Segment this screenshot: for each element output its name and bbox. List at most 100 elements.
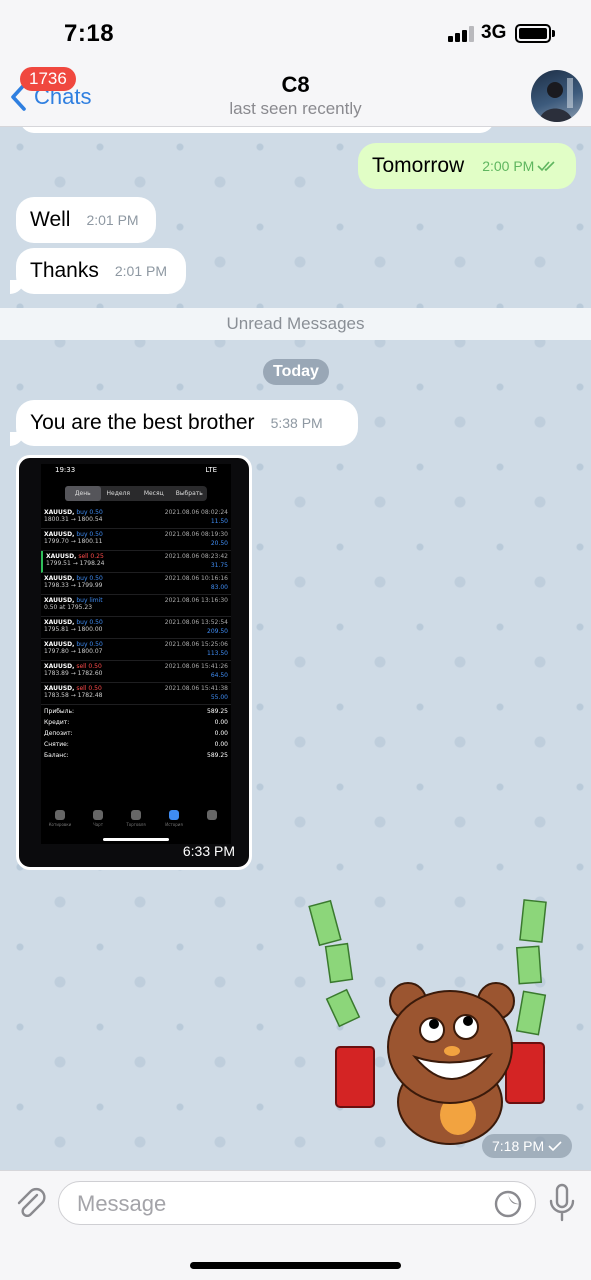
- period-tab: Выбрать: [175, 490, 203, 497]
- trade-row: XAUUSD, buy limit 2021.08.06 13:16:30 0.50…: [41, 595, 231, 617]
- trade-symbol: XAUUSD,: [44, 597, 75, 604]
- message-time: 2:01 PM: [114, 263, 168, 279]
- trade-action: buy 0.50: [76, 641, 103, 648]
- top-bar: 7:18 3G Chats 1736 C8 last seen recently: [0, 0, 591, 127]
- summary-value: 0.00: [214, 719, 228, 726]
- nav-item: История: [155, 808, 193, 832]
- summary-label: Снятие:: [44, 741, 69, 748]
- trade-datetime: 2021.08.06 15:41:38: [164, 685, 228, 692]
- period-tab: Неделя: [106, 490, 131, 497]
- trade-symbol: XAUUSD,: [44, 575, 75, 582]
- trade-row: XAUUSD, sell 0.50 2021.08.06 15:41:26 1783…: [41, 661, 231, 683]
- trade-profit: 31.75: [210, 562, 228, 569]
- trade-action: sell 0.25: [78, 553, 104, 560]
- trade-profit: 11.50: [210, 518, 228, 525]
- trade-prices: 1799.70 → 1800.11: [44, 538, 103, 545]
- trade-prices: 1798.33 → 1799.99: [44, 582, 103, 589]
- person-icon: [539, 78, 573, 122]
- screenshot-network: LTE: [205, 466, 217, 474]
- trade-profit: 209.50: [207, 628, 228, 635]
- trade-datetime: 2021.08.06 13:16:30: [164, 597, 228, 604]
- message-time: 2:01 PM: [86, 212, 139, 228]
- period-tab: День: [65, 486, 101, 501]
- trade-datetime: 2021.08.06 08:02:24: [164, 509, 228, 516]
- previous-message-edge: [20, 127, 494, 133]
- period-tab: Месяц: [143, 490, 164, 497]
- trade-action: buy 0.50: [76, 531, 103, 538]
- trade-datetime: 2021.08.06 13:52:54: [164, 619, 228, 626]
- trade-profit: 20.50: [210, 540, 228, 547]
- trade-prices: 1799.51 → 1798.24: [46, 560, 105, 567]
- trade-row: XAUUSD, buy 0.50 2021.08.06 08:02:24 1800.…: [41, 507, 231, 529]
- trade-symbol: XAUUSD,: [44, 531, 75, 538]
- trade-prices: 1783.58 → 1782.48: [44, 692, 103, 699]
- message-incoming[interactable]: You are the best brother 5:38 PM: [10, 400, 358, 446]
- battery-icon: [515, 24, 555, 43]
- double-check-icon: [537, 161, 555, 172]
- status-time: 7:18: [64, 20, 115, 47]
- trade-profit: 113.50: [207, 650, 228, 657]
- summary-row: Прибыль: 589.25: [41, 708, 231, 719]
- summary-value: 0.00: [214, 741, 228, 748]
- image-message[interactable]: 19:33 LTE День Неделя Месяц Выбрать XAUU…: [16, 455, 252, 870]
- sticker-icon[interactable]: [493, 1189, 523, 1219]
- summary-value: 0.00: [214, 730, 228, 737]
- chat-title[interactable]: C8: [0, 72, 591, 98]
- paperclip-icon[interactable]: [14, 1185, 46, 1221]
- message-input[interactable]: [77, 1190, 477, 1218]
- trade-symbol: XAUUSD,: [44, 663, 75, 670]
- trade-datetime: 2021.08.06 08:19:30: [164, 531, 228, 538]
- screenshot-time: 19:33: [55, 466, 76, 474]
- trade-symbol: XAUUSD,: [46, 553, 77, 560]
- cellular-signal-icon: [448, 26, 476, 42]
- trade-symbol: XAUUSD,: [44, 509, 75, 516]
- trade-action: buy 0.50: [76, 509, 103, 516]
- message-incoming[interactable]: Thanks 2:01 PM: [10, 248, 186, 294]
- message-time: 2:00 PM: [482, 158, 535, 174]
- trade-row: XAUUSD, buy 0.50 2021.08.06 15:25:06 1797.…: [41, 639, 231, 661]
- date-divider: Today: [263, 359, 329, 385]
- account-summary: Прибыль: 589.25 Кредит: 0.00 Депозит: 0.00 Сня…: [41, 708, 231, 763]
- summary-row: Снятие: 0.00: [41, 741, 231, 752]
- summary-label: Кредит:: [44, 719, 70, 726]
- chat-area[interactable]: Tomorrow 2:00 PM Well 2:01 PM Thanks 2:0…: [0, 127, 591, 1170]
- sticker-time: 7:18 PM: [482, 1134, 573, 1158]
- trade-list: XAUUSD, buy 0.50 2021.08.06 08:02:24 1800.…: [41, 507, 231, 705]
- message-text: You are the best brother: [30, 411, 255, 434]
- trade-datetime: 2021.08.06 08:23:42: [164, 553, 228, 560]
- trade-action: sell 0.50: [76, 663, 102, 670]
- message-field[interactable]: [58, 1181, 536, 1225]
- nav-item: Торговля: [117, 808, 155, 832]
- chat-status: last seen recently: [229, 99, 362, 118]
- contact-avatar[interactable]: [531, 70, 583, 122]
- trade-action: buy 0.50: [76, 575, 103, 582]
- message-outgoing[interactable]: Tomorrow 2:00 PM: [358, 143, 576, 189]
- trade-row: XAUUSD, buy 0.50 2021.08.06 10:16:16 1798.…: [41, 573, 231, 595]
- period-tabs: День Неделя Месяц Выбрать: [65, 486, 207, 501]
- message-text: Tomorrow: [372, 154, 465, 177]
- trade-prices: 1795.81 → 1800.00: [44, 626, 103, 633]
- message-text: Well: [30, 208, 71, 231]
- trade-symbol: XAUUSD,: [44, 685, 75, 692]
- message-input-bar: [0, 1170, 591, 1280]
- trade-action: buy limit: [76, 597, 103, 604]
- trade-row: XAUUSD, buy 0.50 2021.08.06 08:19:30 1799.…: [41, 529, 231, 551]
- trade-profit: 83.00: [210, 584, 228, 591]
- summary-row: Кредит: 0.00: [41, 719, 231, 730]
- summary-label: Прибыль:: [44, 708, 75, 715]
- summary-label: Депозит:: [44, 730, 73, 737]
- trade-row: XAUUSD, buy 0.50 2021.08.06 13:52:54 1795.…: [41, 617, 231, 639]
- trade-action: sell 0.50: [76, 685, 102, 692]
- trade-history-screenshot: 19:33 LTE День Неделя Месяц Выбрать XAUU…: [41, 464, 231, 844]
- trade-datetime: 2021.08.06 15:25:06: [164, 641, 228, 648]
- home-indicator: [190, 1262, 401, 1269]
- trade-profit: 55.00: [210, 694, 228, 701]
- network-type: 3G: [481, 22, 507, 43]
- trade-prices: 1800.31 → 1800.54: [44, 516, 103, 523]
- summary-label: Баланс:: [44, 752, 69, 759]
- trade-datetime: 2021.08.06 10:16:16: [164, 575, 228, 582]
- bear-money-sticker-icon[interactable]: [300, 897, 580, 1147]
- trade-symbol: XAUUSD,: [44, 619, 75, 626]
- microphone-icon[interactable]: [548, 1183, 576, 1223]
- message-incoming[interactable]: Well 2:01 PM: [16, 197, 156, 243]
